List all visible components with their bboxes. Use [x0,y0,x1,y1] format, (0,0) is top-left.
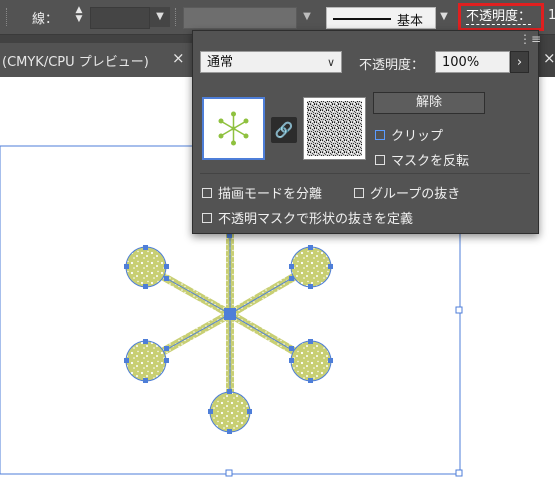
artwork-thumbnail[interactable] [202,97,265,160]
opacity-value-partial: 1 [548,8,555,23]
opacity-mask-knockout-option[interactable]: 不透明マスクで形状の抜きを定義 [202,208,413,227]
opacity-mask-knockout-checkbox[interactable] [202,212,212,223]
close-icon[interactable]: × [543,49,555,67]
mask-thumbnail[interactable] [303,97,366,160]
opacity-label: 不透明度： [359,58,425,73]
invert-mask-label: マスクを反転 [391,154,470,169]
document-tab-title: (CMYK/CPU プレビュー) [2,55,149,70]
stroke-weight-stepper[interactable]: ▲ ▼ [72,6,86,28]
noise-mask-icon [307,101,362,156]
opacity-mask-knockout-label: 不透明マスクで形状の抜きを定義 [218,212,414,227]
knockout-group-checkbox[interactable] [354,187,364,198]
chevron-down-icon: ∨ [326,56,335,69]
brush-definition-dropdown[interactable]: ▼ [436,7,452,27]
opacity-link-label: 不透明度： [466,9,532,25]
brush-definition-label: 基本 [397,14,424,29]
opacity-input[interactable]: 100% [435,51,510,73]
knockout-group-option[interactable]: グループの抜き [354,183,460,202]
blend-mode-select[interactable]: 通常 ∨ [200,51,342,73]
invert-mask-option[interactable]: マスクを反転 [375,150,469,169]
divider [200,173,530,174]
panel-menu-icon[interactable]: ⋮≡ [519,33,541,45]
bounding-box-handle[interactable] [225,469,233,477]
bounding-box-handle[interactable] [455,469,463,477]
bounding-box-handle[interactable] [455,306,463,314]
stroke-preview [333,18,391,20]
variable-width-dropdown[interactable]: ▼ [298,7,316,27]
invert-mask-checkbox[interactable] [375,154,385,165]
isolate-blending-checkbox[interactable] [202,187,212,198]
variable-width-field[interactable] [183,7,297,29]
brush-definition-select[interactable]: 基本 [326,7,436,29]
isolate-blending-option[interactable]: 描画モードを分離 [202,183,322,202]
stroke-weight-dropdown[interactable]: ▼ [150,7,170,27]
blend-mode-value: 通常 [207,55,234,70]
separator [6,8,9,26]
document-tab[interactable]: (CMYK/CPU プレビュー) × [0,43,195,77]
isolate-blending-label: 描画モードを分離 [218,187,323,202]
close-icon[interactable]: × [172,49,185,67]
snowflake-thumbnail-icon [218,111,249,146]
transparency-panel: ⋮≡ 通常 ∨ 不透明度： 100% › 🔗 解除 クリップ マスクを反転 描画… [192,30,541,234]
knockout-group-label: グループの抜き [370,187,461,202]
clip-option[interactable]: クリップ [375,125,443,144]
link-icon[interactable]: 🔗 [271,117,297,143]
opacity-slider-toggle[interactable]: › [510,51,529,73]
stroke-weight-input[interactable] [90,7,150,29]
release-button[interactable]: 解除 [373,92,485,114]
clip-checkbox[interactable] [375,129,385,140]
opacity-value: 100% [442,55,480,70]
stroke-label: 線： [32,12,59,27]
separator [175,8,178,26]
opacity-link[interactable]: 不透明度： [458,3,544,31]
clip-label: クリップ [391,129,444,144]
